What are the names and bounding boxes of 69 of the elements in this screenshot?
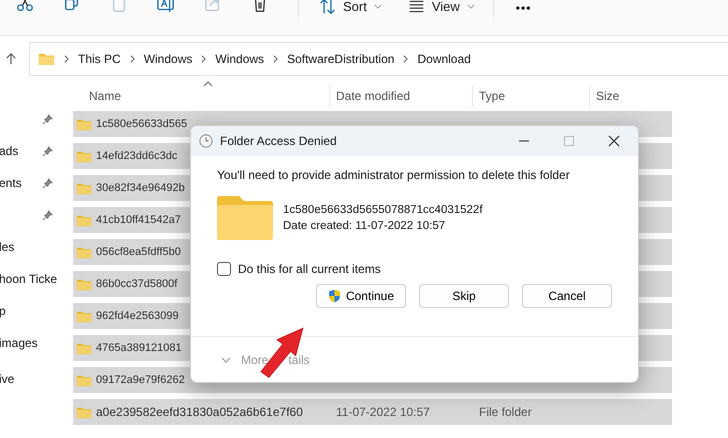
folder-icon — [76, 246, 92, 258]
sidebar-item[interactable]: ive — [0, 372, 14, 386]
sort-button[interactable]: Sort — [311, 0, 390, 15]
breadcrumb[interactable]: SoftwareDistribution — [287, 52, 394, 66]
file-name: 86b0cc37d5800f — [96, 278, 178, 290]
folder-icon — [217, 196, 273, 240]
breadcrumb[interactable]: This PC — [78, 52, 121, 66]
checkbox-label[interactable]: Do this for all current items — [238, 262, 381, 276]
shield-icon — [328, 289, 341, 303]
sidebar-item[interactable]: images — [0, 336, 38, 350]
view-icon — [408, 0, 425, 15]
folder-icon — [76, 278, 92, 290]
dialog-title: Folder Access Denied — [220, 134, 338, 148]
folder-name: 1c580e56633d5655078871cc4031522f — [283, 203, 483, 218]
rename-icon[interactable] — [157, 0, 175, 14]
folder-icon — [76, 342, 92, 354]
folder-icon — [76, 406, 92, 418]
more-button[interactable]: ••• — [506, 1, 542, 15]
breadcrumb[interactable]: Windows — [215, 52, 264, 66]
file-name: 1c580e56633d565 — [96, 118, 188, 130]
date-modified: 11-07-2022 10:57 — [336, 405, 431, 419]
clock-icon — [199, 134, 213, 148]
address-bar[interactable]: This PC Windows Windows SoftwareDistribution Download — [29, 42, 728, 76]
folder-icon — [76, 310, 92, 322]
file-name: 056cf8ea5fdff5b0 — [96, 246, 181, 258]
sidebar-item[interactable]: hoon Ticke — [0, 272, 58, 286]
chevron-icon — [130, 54, 135, 62]
folder-icon — [76, 214, 92, 226]
sort-icon — [319, 0, 336, 15]
chevron-icon — [201, 54, 206, 62]
chevron-icon — [403, 54, 408, 62]
chevron-down-icon[interactable] — [221, 356, 231, 362]
sidebar-item[interactable]: p — [0, 304, 6, 318]
folder-icon — [76, 150, 92, 162]
chevron-icon — [64, 54, 69, 62]
file-row[interactable]: a0e239582eefd31830a052a6b61e7f60 11-07-2022 10:57 File folder — [73, 399, 672, 425]
continue-button[interactable]: Continue — [316, 284, 406, 308]
view-button[interactable]: View — [400, 0, 483, 15]
caret-icon — [374, 4, 382, 9]
column-header[interactable]: Name — [73, 85, 329, 107]
file-type: File folder — [479, 405, 532, 419]
file-name: 41cb10ff41542a7 — [96, 214, 181, 226]
cut-icon[interactable] — [16, 0, 34, 14]
folder-icon — [38, 52, 55, 66]
breadcrumb[interactable]: Download — [417, 52, 471, 66]
folder-icon — [76, 118, 92, 130]
file-name: 30e82f34e96492b — [96, 182, 185, 194]
column-header[interactable]: Size — [589, 85, 656, 107]
date-created: Date created: 11-07-2022 10:57 — [283, 219, 446, 234]
caret-icon — [466, 4, 475, 9]
file-name: 09172a9e79f6262 — [96, 374, 185, 386]
sidebar-item[interactable]: les — [0, 240, 14, 254]
file-name: 14efd23dd6c3dc — [96, 150, 178, 162]
chevron-icon — [273, 54, 278, 62]
file-name: 4765a389121081 — [96, 342, 182, 354]
dialog-button[interactable]: Skip — [419, 284, 509, 308]
breadcrumb[interactable]: Windows — [144, 52, 192, 66]
sort-caret-icon — [203, 81, 213, 87]
up-arrow-icon[interactable] — [5, 52, 17, 64]
column-header[interactable]: Type — [472, 85, 589, 107]
dialog-message: You'll need to provide administrator permission to delete this folder — [217, 168, 571, 182]
dialog-button[interactable]: Cancel — [522, 284, 612, 308]
file-name: 962fd4e2563099 — [96, 310, 179, 322]
checkbox[interactable] — [217, 262, 231, 276]
close-icon[interactable] — [608, 135, 620, 147]
folder-icon — [76, 182, 92, 194]
folder-icon — [76, 374, 92, 386]
file-name: a0e239582eefd31830a052a6b61e7f60 — [96, 405, 304, 419]
column-header[interactable]: Date modified — [329, 85, 472, 107]
